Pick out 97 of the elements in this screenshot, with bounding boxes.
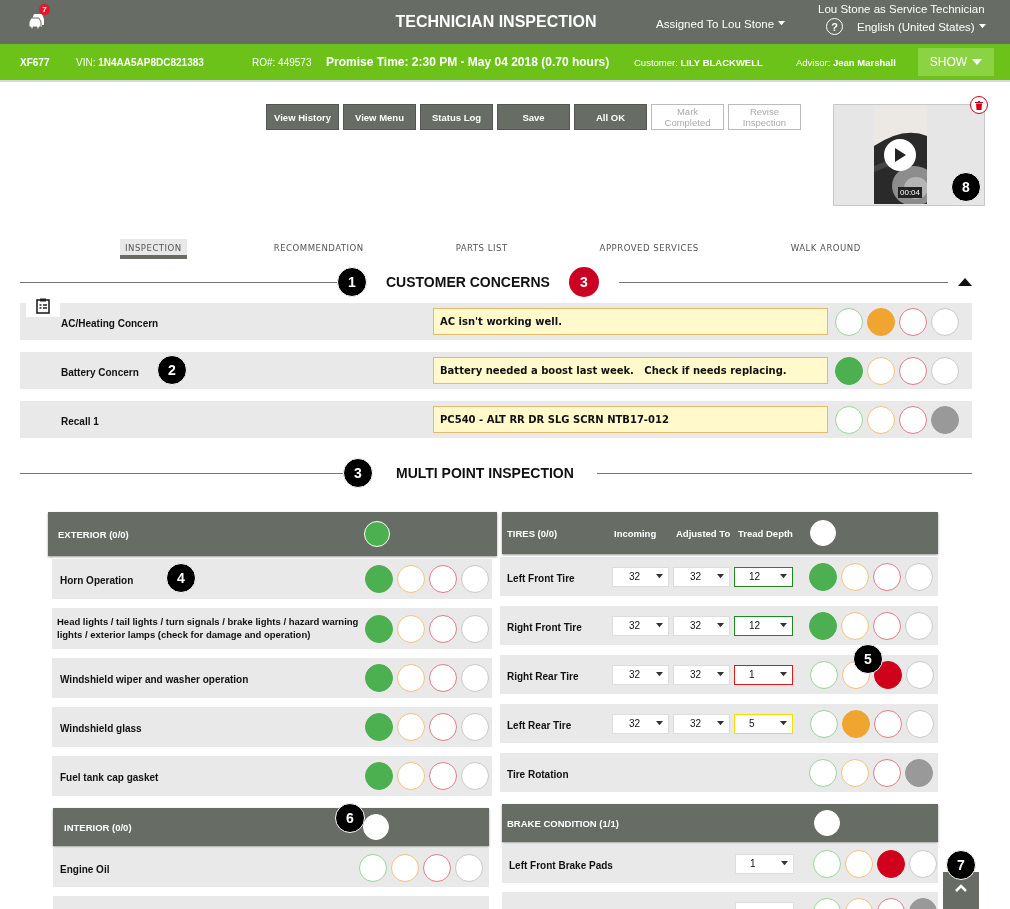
caret-icon	[717, 721, 724, 726]
tag-number: XF677	[20, 56, 51, 68]
concern-note[interactable]: AC isn't working well.	[433, 308, 828, 335]
concern-name: Battery Concern	[61, 366, 139, 378]
caret-icon	[656, 672, 663, 677]
number-marker: 3	[343, 458, 373, 488]
tab[interactable]: PARTS LIST	[450, 239, 513, 259]
adjusted-select[interactable]: 32	[673, 713, 730, 734]
caret-icon	[972, 59, 983, 65]
caret-icon	[780, 672, 787, 677]
promise-time: Promise Time: 2:30 PM - May 04 2018 (0.70 hours)	[326, 55, 611, 69]
item-name: Windshield glass	[60, 722, 142, 735]
section-title: EXTERIOR (0/0)	[57, 528, 130, 540]
user-name: Lou Stone as Service Technician	[818, 3, 985, 15]
action-button[interactable]: View Menu	[343, 104, 416, 130]
trash-icon[interactable]	[970, 96, 988, 114]
caret-icon	[781, 861, 788, 866]
caret-icon	[656, 574, 663, 579]
adjusted-select[interactable]: 32	[673, 664, 730, 685]
caret-icon	[780, 721, 787, 726]
item-name: Left Rear Tire	[507, 718, 572, 732]
item-name: Windshield wiper and washer operation	[60, 673, 249, 686]
tread-select[interactable]: 1	[734, 664, 793, 685]
number-marker: 8	[951, 172, 981, 202]
tread-select[interactable]: 12	[734, 615, 793, 636]
number-marker: 7	[946, 850, 976, 880]
caret-icon	[978, 24, 986, 29]
item-name: Engine Oil	[60, 862, 110, 876]
advisor-name: Advisor: Jean Marshall	[796, 56, 897, 68]
section-title: BRAKE CONDITION (1/1)	[506, 817, 620, 829]
action-button[interactable]: Save	[497, 104, 570, 130]
number-marker: 1	[337, 267, 367, 297]
section-title: INTERIOR (0/0)	[63, 821, 133, 833]
summary-circle[interactable]	[810, 520, 836, 546]
caret-icon	[717, 574, 724, 579]
item-name: Tire Rotation	[507, 767, 569, 781]
video-thumbnail[interactable]: 00:04 8	[833, 104, 985, 206]
incoming-select[interactable]: 32	[612, 664, 669, 685]
brake-select[interactable]: 1	[735, 853, 794, 874]
action-button[interactable]: View History	[266, 104, 339, 130]
scroll-top-button[interactable]	[943, 872, 979, 909]
incoming-select[interactable]: 32	[612, 713, 669, 734]
item-name: Left Front Brake Pads	[509, 858, 613, 872]
column-header: Adjusted To	[676, 527, 732, 539]
language-dropdown[interactable]: English (United States)	[857, 20, 986, 33]
tread-select[interactable]: 5	[734, 713, 793, 734]
summary-circle[interactable]	[363, 814, 389, 840]
tab[interactable]: WALK AROUND	[785, 239, 866, 259]
incoming-select[interactable]: 32	[612, 566, 669, 587]
action-button[interactable]: Status Log	[420, 104, 493, 130]
collapse-icon[interactable]	[958, 278, 972, 286]
ro-number: RO#: 449573	[252, 56, 313, 68]
caret-icon	[717, 623, 724, 628]
action-button[interactable]: All OK	[574, 104, 647, 130]
page-title: TECHNICIAN INSPECTION	[394, 12, 598, 32]
item-name: Left Front Tire	[507, 571, 575, 585]
column-header: Incoming	[614, 527, 658, 539]
tab[interactable]: APPROVED SERVICES	[594, 239, 704, 259]
number-marker: 4	[166, 563, 196, 593]
tab[interactable]: RECOMMENDATION	[268, 239, 369, 259]
rating-circle[interactable]	[874, 660, 902, 689]
caret-icon	[780, 623, 787, 628]
caret-icon	[780, 574, 787, 579]
incoming-select[interactable]: 32	[612, 615, 669, 636]
concern-name: Recall 1	[61, 415, 99, 427]
video-duration: 00:04	[898, 187, 923, 198]
caret-icon	[656, 721, 663, 726]
tread-select[interactable]: 12	[734, 566, 793, 587]
concern-note[interactable]: PC540 - ALT RR DR SLG SCRN NTB17-012	[433, 406, 828, 433]
adjusted-select[interactable]: 32	[673, 566, 730, 587]
item-name: Horn Operation	[60, 574, 134, 587]
number-marker: 2	[157, 355, 187, 385]
item-name: Fuel tank cap gasket	[60, 771, 159, 784]
item-name: Head lights / tail lights / turn signals / brake lights / hazard warning lights / exterior lamps (check for damage and operation)	[57, 615, 360, 641]
count-badge: 3	[568, 267, 599, 297]
summary-circle[interactable]	[814, 810, 840, 836]
section-title: CUSTOMER CONCERNS	[386, 274, 550, 290]
caret-icon	[717, 672, 724, 677]
notification-count: 7	[39, 4, 50, 15]
adjusted-select[interactable]: 32	[673, 615, 730, 636]
section-title: MULTI POINT INSPECTION	[396, 465, 574, 481]
tab[interactable]: INSPECTION	[120, 239, 187, 259]
clipboard-icon[interactable]	[26, 295, 60, 317]
section-title: TIRES (0/0)	[506, 527, 559, 539]
customer-name: Customer: LILY BLACKWELL	[634, 56, 764, 68]
vin-text: VIN: 1N4AA5AP8DC821383	[76, 56, 205, 68]
item-name: Right Rear Tire	[507, 669, 579, 683]
caret-icon	[778, 21, 786, 26]
summary-circle[interactable]	[364, 521, 390, 547]
column-header: Tread Depth	[738, 527, 794, 539]
caret-icon	[656, 623, 663, 628]
assigned-dropdown[interactable]: Assigned To Lou Stone	[656, 0, 818, 44]
chevron-up-icon	[955, 884, 967, 892]
concern-note[interactable]: Battery needed a boost last week. Check if needs replacing.	[433, 357, 828, 384]
number-marker: 6	[335, 803, 365, 833]
concern-name: AC/Heating Concern	[61, 317, 159, 329]
item-name: Right Front Tire	[507, 620, 582, 634]
